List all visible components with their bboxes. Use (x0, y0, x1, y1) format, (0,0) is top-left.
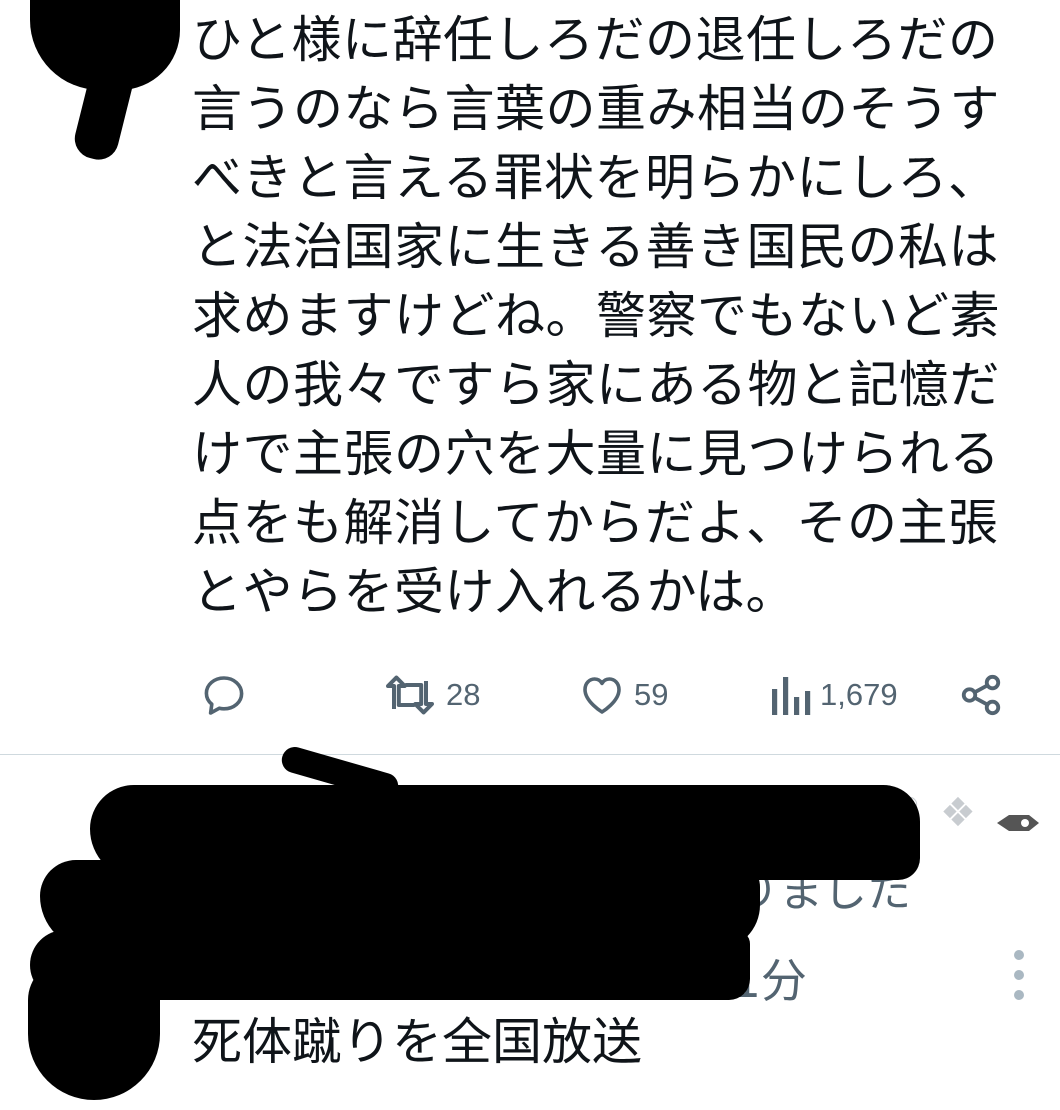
like-count: 59 (634, 677, 669, 712)
heart-icon (583, 677, 621, 714)
dove-emoji: ❖ (940, 790, 976, 836)
divider (0, 754, 1060, 755)
tweet-line: とやらを受け入れるかは。 (192, 563, 796, 621)
tweet-line: と法治国家に生きる善き国民の私は (192, 218, 999, 276)
view-count: 1,679 (820, 677, 898, 712)
tweet-line: 言うのなら言葉の重み相当のそうす (192, 80, 1000, 138)
analytics-icon (772, 677, 811, 715)
more-dot (1014, 950, 1024, 960)
tweet-line: ひと様に辞任しろだの退任しろだの (192, 11, 999, 69)
tweet-line: 点をも解消してからだよ、その主張 (192, 494, 999, 552)
share-button[interactable] (958, 660, 1004, 730)
retweet-icon (386, 675, 434, 715)
reply-button[interactable] (200, 660, 248, 730)
tweet-text: ひと様に辞任しろだの退任しろだの 言うのなら言葉の重み相当のそうす べきと言える… (192, 6, 1032, 627)
tweet-line: 求めますけどね。警察でもないど素 (192, 287, 1000, 345)
tweet-line: けで主張の穴を大量に見つけられる (192, 425, 1000, 483)
pen-icon (997, 815, 1039, 831)
views-button[interactable]: 1,679 (768, 660, 898, 730)
share-icon (961, 674, 1001, 716)
tweet-action-bar: 28 59 1,679 (190, 660, 1020, 730)
reply-text: 死体蹴りを全国放送 (192, 1013, 642, 1071)
more-options-button[interactable] (1004, 950, 1034, 1002)
redacted-avatar-reply (28, 960, 160, 1100)
tweet-line: べきと言える罪状を明らかにしろ、 (192, 149, 999, 207)
retweet-button[interactable]: 28 (382, 660, 480, 730)
more-dot (1014, 990, 1024, 1000)
retweet-count: 28 (446, 677, 481, 712)
tweet-line: 人の我々ですら家にある物と記憶だ (192, 356, 1000, 414)
reply-icon (204, 676, 244, 715)
like-button[interactable]: 59 (578, 660, 668, 730)
more-dot (1014, 970, 1024, 980)
